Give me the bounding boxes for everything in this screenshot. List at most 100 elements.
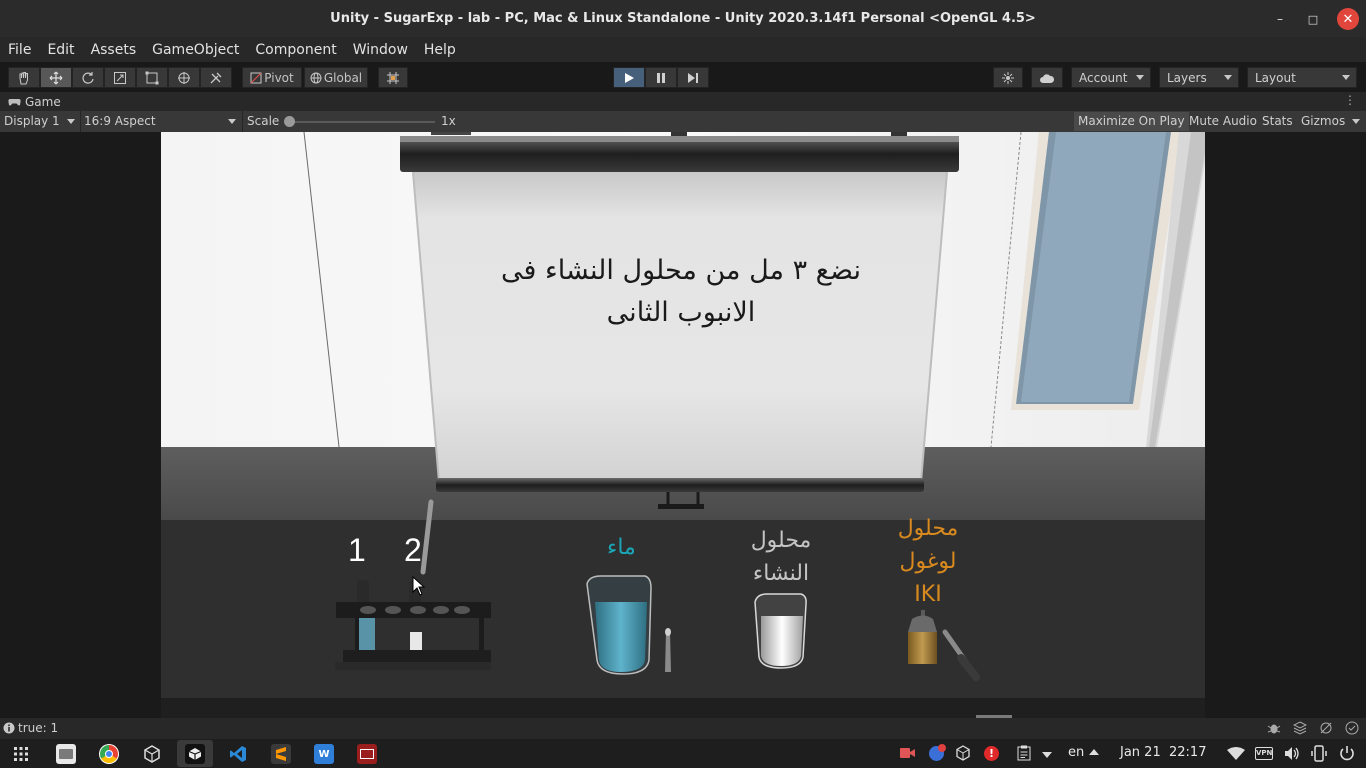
layout-dropdown[interactable]: Layout: [1247, 67, 1357, 88]
iodine-label: محلول لوغول IKI: [873, 512, 983, 611]
tube-2-label[interactable]: 2: [404, 532, 422, 569]
check-circle-icon[interactable]: [1345, 721, 1359, 735]
game-tab[interactable]: Game: [25, 95, 61, 109]
pivot-label: Pivot: [264, 70, 294, 85]
scale-slider-track[interactable]: [289, 121, 435, 123]
layers-label: Layers: [1167, 70, 1207, 85]
menu-gameobject[interactable]: GameObject: [152, 42, 239, 58]
menu-assets[interactable]: Assets: [91, 42, 137, 58]
play-button[interactable]: [613, 67, 645, 88]
os-taskbar: W ! en Jan 21 22:17 VPN: [0, 739, 1366, 768]
cloud-icon[interactable]: [1031, 67, 1063, 88]
lab-scene: [161, 132, 1205, 718]
info-icon: [3, 722, 15, 734]
instruction-line-2: الانبوب الثانى: [606, 297, 756, 328]
stats-toggle[interactable]: Stats: [1258, 112, 1297, 131]
vpn-icon[interactable]: VPN: [1255, 747, 1273, 760]
menu-window[interactable]: Window: [353, 42, 408, 58]
phone-connect-icon[interactable]: [1311, 745, 1327, 762]
maximize-button[interactable]: □: [1302, 8, 1324, 30]
file-manager-icon[interactable]: [56, 744, 76, 764]
mute-audio-toggle[interactable]: Mute Audio: [1185, 112, 1261, 131]
game-viewport[interactable]: نضع ٣ مل من محلول النشاء فى الانبوب الثا…: [161, 132, 1205, 718]
layers-stack-icon[interactable]: [1293, 721, 1307, 735]
hand-tool-icon[interactable]: [8, 67, 40, 88]
tube-1-label: 1: [348, 532, 366, 568]
unity-tray-icon[interactable]: [955, 745, 971, 761]
vscode-icon[interactable]: [228, 744, 248, 764]
sublime-text-icon[interactable]: [271, 744, 291, 764]
unity-hub-icon[interactable]: [142, 744, 162, 764]
bug-icon[interactable]: [1267, 721, 1281, 735]
gizmos-toggle[interactable]: Gizmos: [1297, 112, 1349, 131]
aspect-dropdown[interactable]: 16:9 Aspect: [84, 114, 156, 128]
network-off-icon[interactable]: [1319, 721, 1333, 735]
keyboard-language[interactable]: en: [1068, 745, 1084, 760]
globe-icon: [310, 72, 322, 83]
custom-tool-icon[interactable]: [200, 67, 232, 88]
step-icon: [688, 72, 698, 83]
clipboard-icon[interactable]: [1017, 745, 1031, 761]
chevron-down-icon: [1342, 75, 1350, 80]
iodine-label-line-2: لوغول: [899, 549, 957, 574]
move-tool-icon[interactable]: [40, 67, 72, 88]
game-view-toolbar: Display 1 16:9 Aspect Scale 1x Maximize …: [0, 111, 1366, 132]
close-button[interactable]: ✕: [1337, 8, 1359, 30]
wifi-icon[interactable]: [1227, 747, 1245, 760]
scale-value: 1x: [441, 114, 456, 128]
chrome-icon[interactable]: [99, 744, 119, 764]
account-dropdown[interactable]: Account: [1071, 67, 1151, 88]
pivot-toggle[interactable]: Pivot: [242, 67, 302, 88]
mouse-cursor-icon: [412, 576, 426, 596]
menu-help[interactable]: Help: [424, 42, 456, 58]
step-button[interactable]: [677, 67, 709, 88]
taskbar-time[interactable]: 22:17: [1169, 745, 1206, 760]
iodine-label-line-1: محلول: [897, 516, 959, 541]
alert-icon[interactable]: !: [984, 746, 999, 761]
minimize-button[interactable]: –: [1269, 8, 1291, 30]
chevron-down-icon: [67, 119, 75, 124]
power-icon[interactable]: [1339, 746, 1355, 761]
game-tab-header: Game ⋮: [0, 92, 1366, 111]
maximize-on-play-toggle[interactable]: Maximize On Play: [1074, 112, 1189, 131]
gamepad-icon: [8, 98, 21, 105]
title-bar: Unity - SugarExp - lab - PC, Mac & Linux…: [0, 0, 1366, 37]
layers-dropdown[interactable]: Layers: [1159, 67, 1239, 88]
more-options-icon[interactable]: ⋮: [1344, 93, 1356, 107]
notification-badge-icon[interactable]: [929, 744, 946, 761]
scale-tool-icon[interactable]: [104, 67, 136, 88]
rotate-tool-icon[interactable]: [72, 67, 104, 88]
grid-snap-icon[interactable]: [378, 67, 408, 88]
chevron-down-icon[interactable]: [1042, 752, 1052, 758]
screen-recorder-icon[interactable]: [357, 744, 377, 764]
status-bar: true: 1: [0, 718, 1366, 739]
unity-editor-icon[interactable]: [185, 744, 205, 764]
app-grid-icon[interactable]: [14, 747, 28, 761]
global-toggle[interactable]: Global: [304, 67, 368, 88]
menu-file[interactable]: File: [8, 42, 31, 58]
chevron-down-icon[interactable]: [1352, 119, 1360, 124]
rect-tool-icon[interactable]: [136, 67, 168, 88]
scale-slider-thumb[interactable]: [284, 116, 295, 127]
window-title: Unity - SugarExp - lab - PC, Mac & Linux…: [330, 11, 1036, 26]
wps-writer-icon[interactable]: W: [314, 744, 334, 764]
main-toolbar: Pivot Global Account Layers Layout: [0, 62, 1366, 92]
instruction-board: نضع ٣ مل من محلول النشاء فى الانبوب الثا…: [451, 250, 911, 334]
collab-icon[interactable]: [993, 67, 1023, 88]
menu-bar: File Edit Assets GameObject Component Wi…: [0, 37, 1366, 62]
transform-tool-icon[interactable]: [168, 67, 200, 88]
layout-label: Layout: [1255, 70, 1296, 85]
console-message[interactable]: true: 1: [18, 721, 58, 735]
volume-icon[interactable]: [1284, 746, 1300, 761]
starch-label: محلول النشاء: [726, 524, 836, 590]
scale-label: Scale: [247, 114, 280, 128]
menu-component[interactable]: Component: [255, 42, 336, 58]
starch-label-line-1: محلول: [750, 528, 812, 553]
display-dropdown[interactable]: Display 1: [4, 114, 60, 128]
menu-edit[interactable]: Edit: [47, 42, 74, 58]
chevron-up-icon[interactable]: [1089, 749, 1099, 755]
taskbar-date[interactable]: Jan 21: [1120, 745, 1161, 760]
pause-button[interactable]: [645, 67, 677, 88]
instruction-line-1: نضع ٣ مل من محلول النشاء فى: [501, 255, 861, 286]
camera-icon[interactable]: [900, 747, 916, 759]
